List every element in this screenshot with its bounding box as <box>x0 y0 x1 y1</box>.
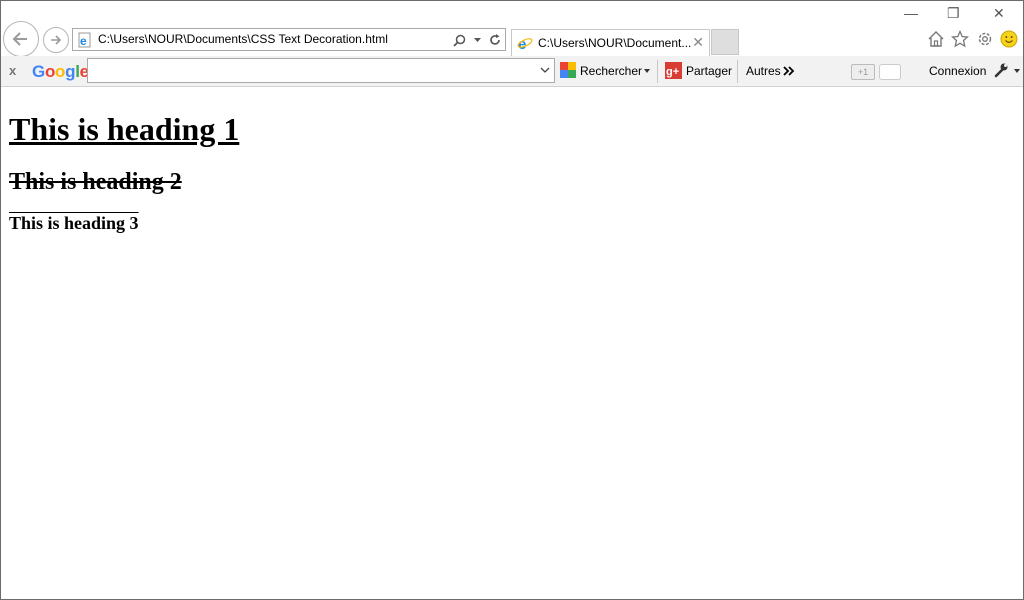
ie-tab-icon: e <box>517 36 533 51</box>
tab-title: C:\Users\NOUR\Document... <box>538 36 692 50</box>
toolbar-divider <box>737 60 738 83</box>
forward-arrow-icon <box>51 35 62 45</box>
plus-one-count-box <box>879 64 901 80</box>
forward-button[interactable] <box>43 27 69 53</box>
url-text: C:\Users\NOUR\Documents\CSS Text Decorat… <box>98 32 388 46</box>
google-plus-icon: g+ <box>665 62 682 79</box>
heading-1: This is heading 1 <box>9 111 240 147</box>
close-window-button[interactable]: ✕ <box>993 5 1005 22</box>
tab-close-icon[interactable]: ✕ <box>692 34 704 51</box>
minimize-button[interactable]: — <box>904 5 918 21</box>
navigation-bar: e C:\Users\NOUR\Documents\CSS Text Decor… <box>1 1 1023 57</box>
browser-tab[interactable]: e C:\Users\NOUR\Document... ✕ <box>511 29 710 56</box>
svg-text:e: e <box>80 34 87 48</box>
connexion-button[interactable]: Connexion <box>929 64 986 78</box>
ie-page-icon: e <box>78 32 91 48</box>
chevron-down-icon[interactable] <box>644 69 650 73</box>
search-icon[interactable] <box>453 34 466 47</box>
address-bar[interactable]: e C:\Users\NOUR\Documents\CSS Text Decor… <box>72 28 506 51</box>
double-chevron-right-icon[interactable] <box>783 66 795 76</box>
new-tab-button[interactable] <box>711 29 739 55</box>
toolbar-divider <box>657 60 658 83</box>
chevron-down-icon[interactable] <box>1014 69 1020 73</box>
restore-button[interactable]: ❐ <box>947 5 960 22</box>
toolbar-close-button[interactable]: x <box>9 63 16 78</box>
back-button[interactable] <box>3 21 39 57</box>
heading-2: This is heading 2 <box>9 169 182 195</box>
logo-letter: G <box>32 62 45 81</box>
home-icon[interactable] <box>927 30 945 48</box>
settings-gear-icon[interactable] <box>976 30 994 48</box>
wrench-icon[interactable] <box>993 62 1009 78</box>
logo-letter: g <box>65 62 76 81</box>
svg-text:g+: g+ <box>666 66 679 78</box>
address-tools <box>453 31 501 49</box>
browser-window: e C:\Users\NOUR\Documents\CSS Text Decor… <box>0 0 1024 600</box>
autres-button[interactable]: Autres <box>746 64 781 78</box>
chevron-down-icon[interactable] <box>540 63 550 77</box>
logo-letter: o <box>55 62 66 81</box>
google-logo: Google <box>32 62 89 82</box>
partager-button[interactable]: Partager <box>686 64 732 78</box>
favorites-star-icon[interactable] <box>951 30 969 48</box>
chevron-down-icon[interactable] <box>474 37 481 43</box>
feedback-smiley-icon[interactable] <box>1000 30 1018 48</box>
google-plus-one-button[interactable]: +1 <box>851 64 875 80</box>
google-search-input[interactable] <box>87 58 555 83</box>
google-search-logo-icon <box>560 62 576 78</box>
logo-letter: o <box>44 62 56 81</box>
google-toolbar: x Google Rechercher g+ Partager Autres +… <box>1 56 1023 87</box>
refresh-icon[interactable] <box>489 34 501 46</box>
back-arrow-icon <box>12 32 27 46</box>
heading-3: This is heading 3 <box>9 213 139 233</box>
rechercher-button[interactable]: Rechercher <box>580 64 642 78</box>
